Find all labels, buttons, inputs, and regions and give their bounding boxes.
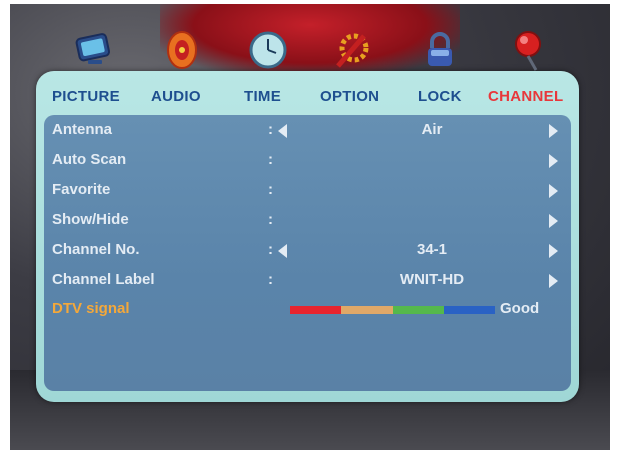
row-label: Channel Label [52, 271, 155, 288]
row-value: Air [421, 121, 443, 138]
row-label: Auto Scan [52, 151, 127, 168]
row-colon: : [268, 241, 273, 258]
signal-segment-tan [341, 306, 393, 314]
speaker-icon[interactable] [160, 28, 204, 72]
row-label: Favorite [52, 181, 111, 198]
row-colon: : [268, 271, 273, 288]
menu-row-show-hide[interactable]: Show/Hide : [52, 209, 572, 231]
antenna-icon[interactable] [506, 28, 550, 72]
tab-time[interactable]: TIME [244, 88, 281, 105]
background-object [160, 4, 460, 74]
arrow-left-icon[interactable] [278, 124, 287, 138]
row-label: Show/Hide [52, 211, 129, 228]
row-value: WNIT-HD [399, 271, 465, 288]
menu-row-channel-label[interactable]: Channel Label : WNIT-HD [52, 269, 572, 291]
arrow-right-icon[interactable] [549, 154, 558, 168]
menu-row-favorite[interactable]: Favorite : [52, 179, 572, 201]
row-value: 34-1 [416, 241, 448, 258]
tab-option[interactable]: OPTION [320, 88, 379, 105]
row-label: Channel No. [52, 241, 140, 258]
signal-segment-red [290, 306, 342, 314]
row-colon: : [268, 121, 273, 138]
menu-row-auto-scan[interactable]: Auto Scan : [52, 149, 572, 171]
arrow-right-icon[interactable] [549, 124, 558, 138]
tab-audio[interactable]: AUDIO [151, 88, 201, 105]
row-colon: : [268, 211, 273, 228]
arrow-right-icon[interactable] [549, 274, 558, 288]
clock-icon[interactable] [246, 28, 290, 72]
arrow-right-icon[interactable] [549, 244, 558, 258]
tab-lock[interactable]: LOCK [418, 88, 462, 105]
tools-icon[interactable] [330, 28, 374, 72]
arrow-right-icon[interactable] [549, 214, 558, 228]
signal-label: DTV signal [52, 300, 130, 317]
signal-strength-bar [290, 306, 495, 314]
menu-row-dtv-signal: DTV signal Good [52, 298, 572, 320]
signal-quality: Good [500, 300, 540, 317]
tab-channel[interactable]: CHANNEL [488, 88, 563, 105]
menu-row-channel-no[interactable]: Channel No. : 34-1 [52, 239, 572, 261]
row-colon: : [268, 151, 273, 168]
arrow-right-icon[interactable] [549, 184, 558, 198]
monitor-icon[interactable] [72, 28, 116, 72]
row-label: Antenna [52, 121, 112, 138]
row-colon: : [268, 181, 273, 198]
tab-picture[interactable]: PICTURE [52, 88, 120, 105]
menu-tabs: PICTURE AUDIO TIME OPTION LOCK CHANNEL [0, 88, 620, 110]
padlock-icon[interactable] [418, 28, 462, 72]
menu-row-antenna[interactable]: Antenna : Air [52, 119, 572, 141]
arrow-left-icon[interactable] [278, 244, 287, 258]
signal-segment-green [392, 306, 444, 314]
signal-segment-blue [443, 306, 495, 314]
